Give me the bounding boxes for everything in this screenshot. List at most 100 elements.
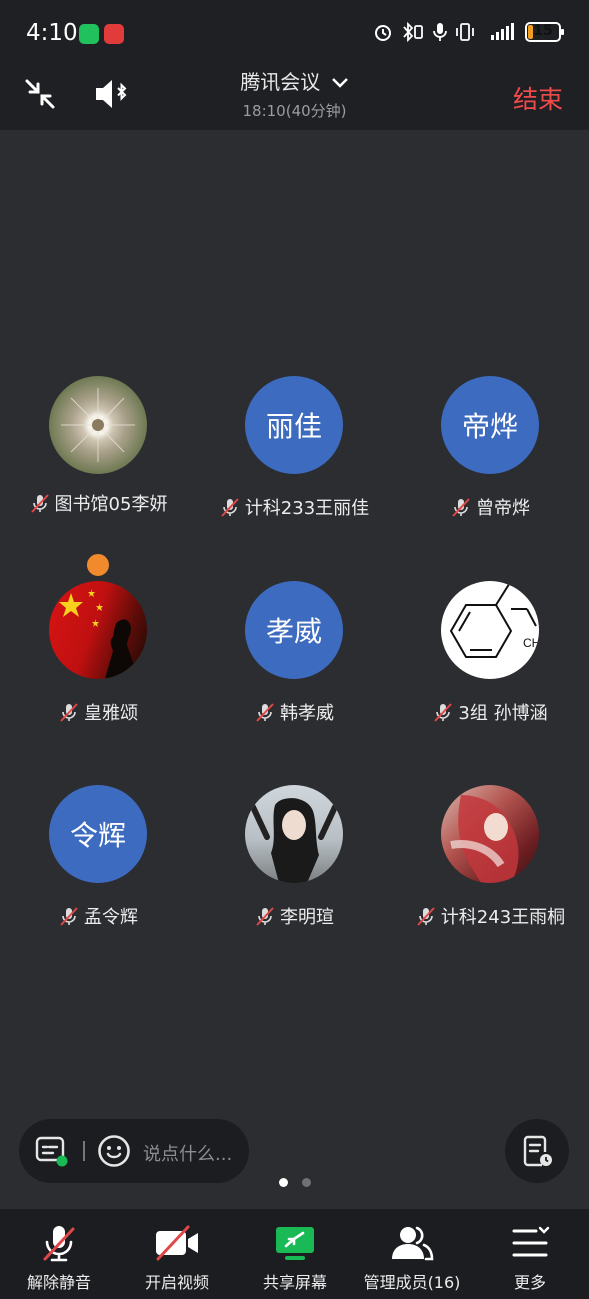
status-bar: 4:10 15: [0, 0, 589, 62]
host-badge-icon: [85, 552, 111, 578]
page-dot[interactable]: [301, 1178, 311, 1187]
notes-icon: [523, 1135, 552, 1167]
meeting-notes-button[interactable]: [505, 1119, 569, 1183]
more-menu-icon: [512, 1226, 550, 1257]
more-button[interactable]: 更多: [471, 1209, 589, 1293]
participant-name: 曾帝烨: [476, 498, 530, 519]
participant-name-row: 图书馆05李妍: [0, 490, 196, 516]
mic-muted-icon: [434, 703, 453, 722]
participant-tile[interactable]: 丽佳 计科233王丽佳: [196, 376, 392, 520]
participant-avatar: [49, 581, 147, 679]
participant-tile[interactable]: 皇雅颂: [0, 581, 196, 725]
battery-level: 15: [533, 23, 553, 39]
share-screen-button[interactable]: 共享屏幕: [236, 1209, 354, 1293]
participant-tile[interactable]: 李明瑄: [196, 785, 392, 929]
participant-name: 李明瑄: [280, 907, 334, 928]
battery-icon: 15: [525, 22, 564, 42]
participant-name-row: 计科233王丽佳: [196, 494, 392, 520]
emoji-icon[interactable]: [97, 1134, 131, 1168]
anime-photo: [450, 795, 519, 883]
mic-off-icon: [43, 1226, 75, 1262]
participant-avatar: 令辉: [49, 785, 147, 883]
molecule-label: CH: [523, 636, 539, 650]
participant-name: 韩孝威: [280, 703, 334, 724]
members-icon: [392, 1226, 434, 1261]
participant-avatar: [245, 785, 343, 883]
participant-name-row: 计科243王雨桐: [392, 903, 588, 929]
mic-muted-icon: [256, 703, 274, 722]
participant-tile[interactable]: 孝威 韩孝威: [196, 581, 392, 725]
mic-muted-icon: [221, 498, 239, 517]
signal-icon: [491, 23, 514, 40]
wechat-icon: [79, 24, 99, 44]
chat-input-bar[interactable]: 说点什么...: [19, 1119, 249, 1183]
participant-name-row: 曾帝烨: [392, 494, 588, 520]
avatar-initials: 帝烨: [461, 410, 518, 443]
participant-name: 皇雅颂: [84, 703, 138, 724]
bottom-toolbar: 解除静音 开启视频 共享屏幕 管理成员(16) 更多: [0, 1209, 589, 1299]
share-screen-label: 共享屏幕: [262, 1273, 327, 1292]
participant-name: 3组 孙博涵: [458, 703, 548, 724]
mic-muted-icon: [60, 907, 78, 926]
status-icons: 15: [373, 22, 564, 42]
participant-avatar: 丽佳: [245, 376, 343, 474]
avatar-initials: 丽佳: [265, 410, 322, 443]
start-video-button[interactable]: 开启视频: [118, 1209, 236, 1293]
participant-tile[interactable]: 帝烨 曾帝烨: [392, 376, 588, 520]
page-indicator: [0, 1178, 589, 1187]
flag-photo: [59, 589, 139, 679]
mic-muted-icon: [417, 907, 435, 926]
meeting-title-text: 腾讯会议: [240, 70, 321, 94]
more-label: 更多: [513, 1273, 546, 1292]
manage-members-button[interactable]: 管理成员(16): [353, 1209, 471, 1293]
participant-name: 图书馆05李妍: [54, 494, 168, 515]
meeting-title[interactable]: 腾讯会议: [0, 66, 589, 95]
unmute-label: 解除静音: [26, 1273, 91, 1292]
mic-muted-icon: [256, 907, 274, 926]
mic-muted-icon: [60, 703, 78, 722]
mic-muted-icon: [30, 494, 49, 513]
alarm-icon: [375, 25, 391, 41]
participant-avatar: 帝烨: [441, 376, 539, 474]
participant-tile[interactable]: 图书馆05李妍: [0, 376, 196, 578]
participant-name-row: 3组 孙博涵: [392, 699, 588, 725]
vibrate-icon: [456, 23, 474, 41]
participant-name-row: 孟令辉: [0, 903, 196, 929]
participant-tile[interactable]: 计科243王雨桐: [392, 785, 588, 929]
portrait-photo: [250, 798, 338, 883]
video-off-icon: [156, 1225, 198, 1261]
participant-tile[interactable]: 令辉 孟令辉: [0, 785, 196, 929]
dandelion-photo: [61, 388, 135, 462]
molecule-drawing: CH: [449, 581, 539, 658]
start-video-label: 开启视频: [144, 1273, 209, 1292]
meeting-duration: 18:10(40分钟): [242, 102, 347, 120]
page-dot-active[interactable]: [278, 1178, 288, 1187]
share-screen-icon: [276, 1227, 314, 1260]
participant-name: 孟令辉: [84, 907, 138, 928]
divider: [83, 1141, 85, 1161]
participant-avatar: [49, 376, 147, 474]
participant-name: 计科233王丽佳: [244, 498, 370, 519]
participant-name: 计科243王雨桐: [440, 907, 566, 928]
unmute-button[interactable]: 解除静音: [0, 1209, 118, 1293]
participant-name-row: 韩孝威: [196, 699, 392, 725]
mic-muted-icon: [452, 498, 470, 517]
microphone-status-icon: [433, 23, 447, 41]
chevron-down-icon: [331, 78, 348, 88]
bluetooth-vibrate-icon: [403, 22, 423, 42]
participant-name-row: 皇雅颂: [0, 699, 196, 725]
participant-avatar: [441, 785, 539, 883]
participant-avatar: 孝威: [245, 581, 343, 679]
avatar-initials: 令辉: [69, 819, 126, 852]
avatar-initials: 孝威: [265, 615, 322, 648]
chat-placeholder[interactable]: 说点什么...: [143, 1140, 232, 1166]
status-time: 4:10: [26, 20, 78, 46]
meeting-header: 腾讯会议 18:10(40分钟) 结束: [0, 62, 589, 130]
manage-members-label: 管理成员(16): [363, 1273, 461, 1292]
participant-name-row: 李明瑄: [196, 903, 392, 929]
app-notification-icon: [104, 24, 124, 44]
captions-icon[interactable]: [35, 1136, 69, 1168]
participant-tile[interactable]: CH 3组 孙博涵: [392, 581, 588, 725]
participant-avatar: CH: [441, 581, 539, 679]
end-meeting-button[interactable]: 结束: [513, 80, 563, 116]
